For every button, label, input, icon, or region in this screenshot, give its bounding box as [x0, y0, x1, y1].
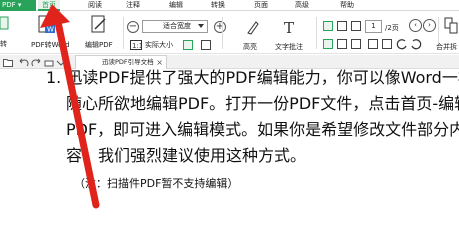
continuous-page-icon[interactable]	[337, 21, 347, 31]
toolbar-divider	[222, 17, 223, 49]
zoom-value: 适合宽度	[163, 22, 191, 30]
pdf-to-word-icon[interactable]: W	[38, 15, 56, 35]
pdf-to-word-label[interactable]: PDF转Word	[31, 40, 70, 50]
first-page-icon[interactable]	[368, 39, 378, 49]
ribbon-toolbar: 转 W PDF转Word 编辑PDF − 适合宽度 + 1:1 实际大小 高亮 …	[0, 11, 459, 54]
highlight-icon[interactable]	[245, 19, 259, 35]
split-view-icon[interactable]	[351, 39, 361, 49]
actual-size-label[interactable]: 实际大小	[145, 40, 173, 50]
fit-width-icon[interactable]	[201, 40, 211, 50]
redo-icon[interactable]	[31, 58, 41, 68]
zoom-select[interactable]: 适合宽度	[142, 20, 208, 33]
doc-line-1: 1. 迅读PDF提供了强大的PDF编辑能力，你可以像Word一样	[46, 68, 459, 87]
convert-icon[interactable]	[0, 15, 10, 31]
svg-text:W: W	[47, 26, 54, 34]
document-tab[interactable]: 迅读PDF引导文档 ×	[75, 55, 167, 69]
page-number-input[interactable]: 1	[365, 20, 382, 33]
menu-page[interactable]: 页面	[254, 0, 268, 11]
document-tab-title: 迅读PDF引导文档	[102, 58, 154, 66]
next-page-button[interactable]: ›	[423, 19, 436, 32]
merge-split-icon[interactable]	[444, 17, 459, 35]
merge-split-label[interactable]: 合并拆	[436, 42, 457, 52]
highlight-label[interactable]: 高亮	[243, 42, 257, 52]
quick-access-bar	[0, 55, 459, 69]
print-icon[interactable]	[44, 58, 54, 68]
facing-page-icon[interactable]	[323, 39, 333, 49]
app-menu-button[interactable]: PDF ▾	[0, 0, 36, 11]
undo-icon[interactable]	[19, 58, 29, 68]
menu-annotate[interactable]: 注释	[126, 0, 140, 11]
chevron-down-icon	[198, 24, 204, 28]
doc-line-4: 容，我们强烈建议使用这种方式。	[66, 146, 307, 165]
folder-icon[interactable]	[3, 57, 13, 67]
toolbar-divider	[316, 17, 317, 49]
fit-page-icon[interactable]	[183, 40, 193, 50]
text-note-icon[interactable]: T	[282, 18, 298, 36]
text-note-label[interactable]: 文字批注	[275, 42, 303, 52]
actual-size-icon[interactable]: 1:1	[130, 40, 142, 50]
single-page-icon[interactable]	[323, 21, 333, 31]
svg-text:T: T	[284, 19, 294, 36]
toolbar-divider	[123, 17, 124, 49]
cover-page-icon[interactable]	[337, 39, 347, 49]
two-page-icon[interactable]	[351, 21, 361, 31]
doc-note: （注：扫描件PDF暂不支持编辑）	[74, 177, 239, 190]
doc-line-2: 随心所欲地编辑PDF。打开一份PDF文件，点击首页-编辑	[66, 94, 459, 113]
zoom-out-button[interactable]: −	[127, 21, 139, 33]
quick-access-dropdown-icon[interactable]	[56, 59, 66, 67]
svg-text:1:1: 1:1	[132, 42, 142, 50]
last-page-icon[interactable]	[382, 39, 392, 49]
menu-edit[interactable]: 编辑	[169, 0, 183, 11]
zoom-in-button[interactable]: +	[214, 21, 226, 33]
menu-help[interactable]: 帮助	[340, 0, 354, 11]
menu-advanced[interactable]: 高级	[295, 0, 309, 11]
rotate-left-icon[interactable]	[396, 38, 408, 50]
menu-bar: PDF ▾ 首页 阅读 注释 编辑 转换 页面 高级 帮助	[0, 0, 459, 11]
prev-page-button[interactable]: ‹	[409, 19, 422, 32]
edit-pdf-icon[interactable]	[91, 15, 109, 35]
edit-pdf-label[interactable]: 编辑PDF	[85, 40, 113, 50]
menu-home[interactable]: 首页	[38, 0, 60, 11]
page-total: /2页	[385, 24, 399, 32]
menu-convert[interactable]: 转换	[211, 0, 225, 11]
rotate-right-icon[interactable]	[410, 38, 422, 50]
doc-line-3: PDF，即可进入编辑模式。如果你是希望修改文件部分内	[66, 120, 459, 139]
menu-read[interactable]: 阅读	[88, 0, 102, 11]
convert-label: 转	[0, 40, 7, 48]
